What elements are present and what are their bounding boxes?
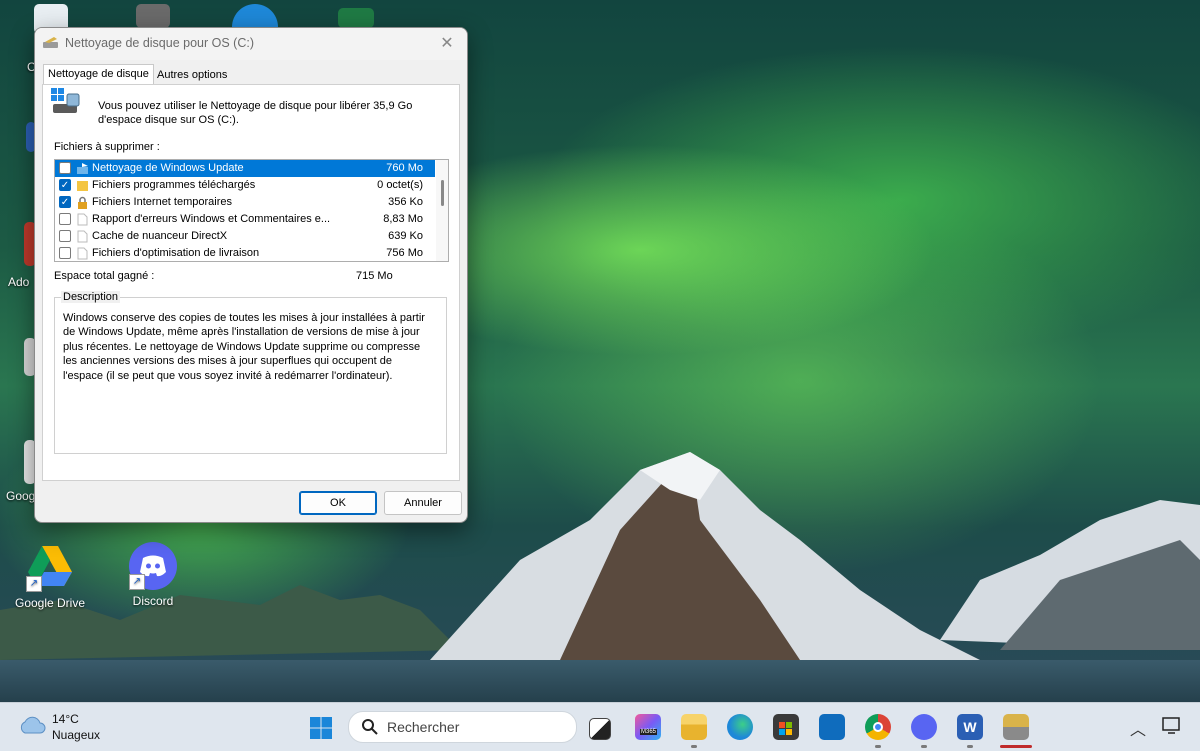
list-item[interactable]: ✓ Fichiers Internet temporaires 356 Ko (55, 194, 435, 211)
microsoft-365-icon[interactable]: M365 (635, 714, 661, 740)
windows-start-icon[interactable] (309, 716, 333, 740)
partial-label-2: Ado (8, 275, 30, 289)
tab-more-options[interactable]: Autres options (153, 66, 231, 84)
running-indicator (921, 745, 927, 748)
discord-label: Discord (132, 594, 174, 608)
google-drive-label: Google Drive (14, 596, 86, 610)
description-text: Windows conserve des copies de toutes le… (63, 312, 425, 382)
disk-cleanup-dialog: Nettoyage de disque pour OS (C:) ✕ Netto… (34, 27, 468, 523)
file-name: Rapport d'erreurs Windows et Commentaire… (92, 213, 331, 225)
outlook-icon[interactable] (819, 714, 845, 740)
discord-desktop-icon[interactable]: ↗ Discord (113, 542, 193, 608)
scroll-thumb[interactable] (441, 180, 444, 206)
disk-cleanup-icon (43, 37, 58, 48)
chevron-up-icon[interactable]: ︿ (1130, 716, 1146, 740)
shortcut-arrow-icon: ↗ (129, 574, 145, 590)
windows-drive-icon (51, 88, 80, 113)
checkbox[interactable] (59, 247, 71, 259)
m365-badge: M365 (640, 729, 658, 735)
file-explorer-icon[interactable] (681, 714, 707, 740)
files-list[interactable]: Nettoyage de Windows Update 760 Mo ✓ Fic… (54, 159, 449, 262)
excel-desktop-icon[interactable] (338, 8, 374, 28)
running-indicator (875, 745, 881, 748)
description-label: Description (61, 291, 121, 303)
lock-icon (78, 196, 87, 209)
file-size: 0 octet(s) (377, 179, 423, 191)
list-item[interactable]: Fichiers d'optimisation de livraison 756… (55, 245, 435, 261)
file-size: 639 Ko (388, 230, 423, 242)
disk-cleanup-icon[interactable] (1003, 714, 1029, 740)
chrome-icon[interactable] (865, 714, 891, 740)
checkbox[interactable] (59, 162, 71, 174)
cloud-icon[interactable] (18, 715, 46, 735)
file-size: 756 Mo (386, 247, 423, 259)
file-name: Fichiers programmes téléchargés (92, 179, 256, 191)
file-icon (77, 213, 88, 226)
folder-icon (77, 181, 88, 191)
desktop-app-icon[interactable] (136, 4, 170, 28)
intro-text: Vous pouvez utiliser le Nettoyage de dis… (98, 100, 413, 126)
google-drive-icon: ↗ (26, 544, 74, 592)
active-indicator (1000, 745, 1032, 748)
ok-button[interactable]: OK (299, 491, 377, 515)
running-indicator (691, 745, 697, 748)
file-name: Fichiers d'optimisation de livraison (92, 247, 260, 259)
list-item[interactable]: Nettoyage de Windows Update 760 Mo (55, 160, 435, 177)
taskbar: 14°C Nuageux Rechercher M365 W ︿ (0, 702, 1200, 751)
taskbar-search[interactable]: Rechercher (348, 711, 577, 743)
cancel-button[interactable]: Annuler (384, 491, 462, 515)
file-size: 356 Ko (388, 196, 423, 208)
edge-icon[interactable] (727, 714, 753, 740)
weather-temperature[interactable]: 14°C (52, 712, 79, 726)
list-item[interactable]: Rapport d'erreurs Windows et Commentaire… (55, 211, 435, 228)
file-icon (77, 247, 88, 260)
list-item[interactable]: ✓ Fichiers programmes téléchargés 0 octe… (55, 177, 435, 194)
total-space-label: Espace total gagné : (54, 270, 155, 282)
checkbox[interactable] (59, 213, 71, 225)
file-size: 760 Mo (386, 162, 423, 174)
dialog-titlebar[interactable]: Nettoyage de disque pour OS (C:) ✕ (35, 28, 467, 60)
word-icon[interactable]: W (957, 714, 983, 740)
discord-icon[interactable] (911, 714, 937, 740)
file-name: Nettoyage de Windows Update (92, 162, 244, 174)
task-view-icon[interactable] (589, 718, 611, 740)
shortcut-arrow-icon: ↗ (26, 576, 42, 592)
checkbox[interactable]: ✓ (59, 196, 71, 208)
dialog-title: Nettoyage de disque pour OS (C:) (65, 36, 254, 50)
list-item[interactable]: Cache de nuanceur DirectX 639 Ko (55, 228, 435, 245)
file-name: Fichiers Internet temporaires (92, 196, 232, 208)
google-drive-desktop-icon[interactable]: ↗ Google Drive (10, 544, 90, 610)
search-placeholder: Rechercher (387, 719, 460, 735)
running-indicator (967, 745, 973, 748)
store-icon[interactable] (773, 714, 799, 740)
file-size: 8,83 Mo (383, 213, 423, 225)
checkbox[interactable]: ✓ (59, 179, 71, 191)
windows-update-icon (77, 163, 88, 174)
checkbox[interactable] (59, 230, 71, 242)
file-name: Cache de nuanceur DirectX (92, 230, 228, 242)
partial-label-3: Goog (6, 489, 36, 503)
close-button[interactable]: ✕ (437, 34, 457, 54)
tab-disk-cleanup[interactable]: Nettoyage de disque (43, 64, 154, 85)
sea (0, 660, 1200, 702)
total-space-value: 715 Mo (356, 270, 393, 282)
discord-icon: ↗ (129, 542, 177, 590)
files-to-delete-label: Fichiers à supprimer : (54, 141, 160, 153)
search-icon (362, 719, 378, 735)
file-icon (77, 230, 88, 243)
network-monitor-icon[interactable] (1162, 717, 1182, 735)
list-scrollbar[interactable] (436, 160, 448, 261)
weather-description[interactable]: Nuageux (52, 728, 100, 742)
